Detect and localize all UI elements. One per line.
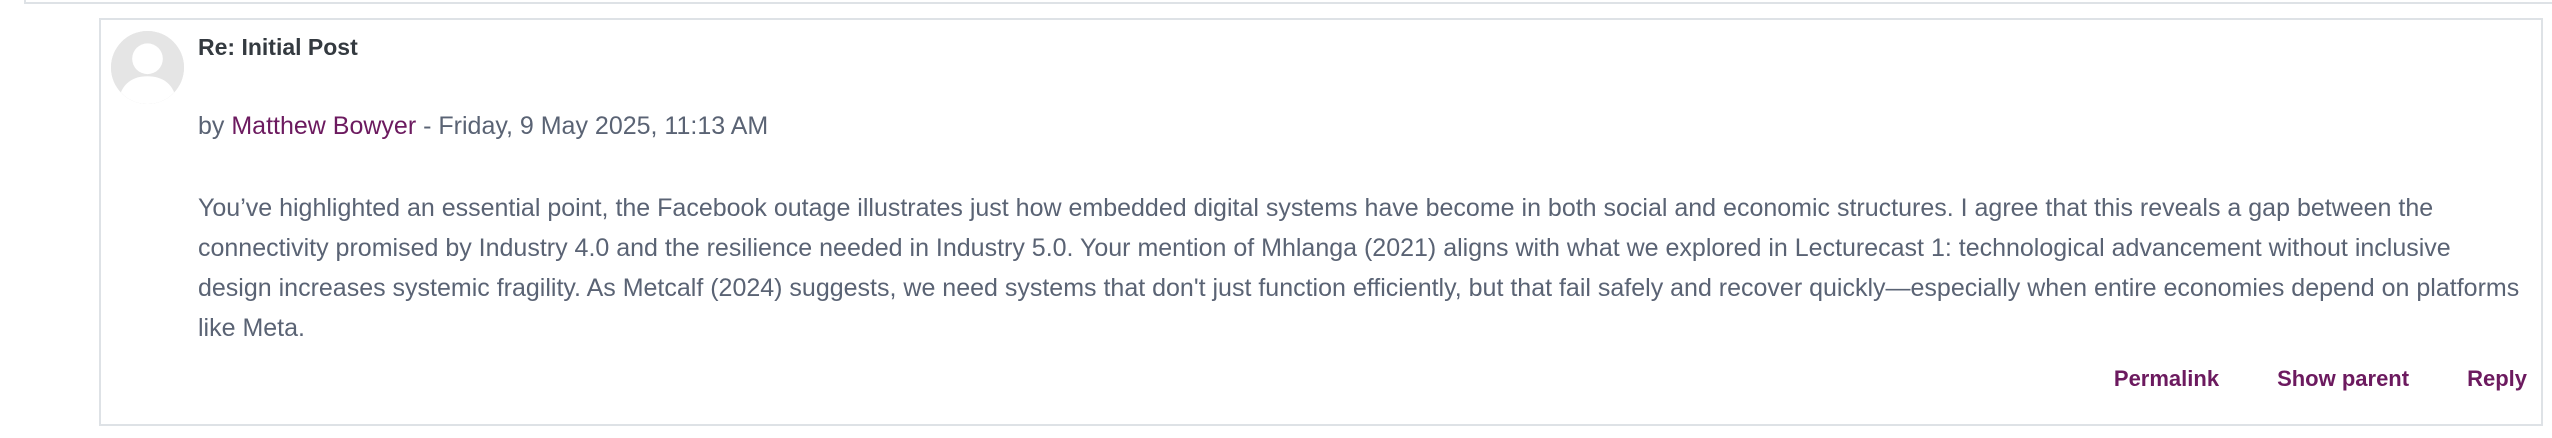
post-subject: Re: Initial Post xyxy=(198,34,358,60)
post-byline: by Matthew Bowyer - Friday, 9 May 2025, … xyxy=(198,110,768,142)
byline-prefix: by xyxy=(198,112,225,140)
reply-link[interactable]: Reply xyxy=(2467,364,2527,394)
show-parent-link[interactable]: Show parent xyxy=(2277,364,2409,394)
post-actions: Permalink Show parent Reply xyxy=(2056,364,2527,394)
forum-post: Re: Initial Post by Matthew Bowyer - Fri… xyxy=(99,18,2543,426)
permalink-link[interactable]: Permalink xyxy=(2114,364,2219,394)
post-date: Friday, 9 May 2025, 11:13 AM xyxy=(438,112,769,140)
default-user-avatar-icon xyxy=(111,31,184,104)
author-link[interactable]: Matthew Bowyer xyxy=(231,112,416,140)
user-avatar[interactable] xyxy=(111,31,184,104)
parent-post-border xyxy=(24,0,2552,4)
post-content: You’ve highlighted an essential point, t… xyxy=(198,194,2520,342)
byline-separator: - xyxy=(423,112,432,140)
